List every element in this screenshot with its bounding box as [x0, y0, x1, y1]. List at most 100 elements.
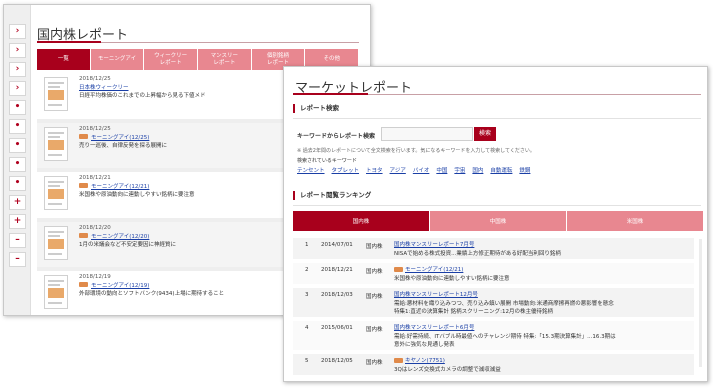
report-date: 2018/12/25	[79, 76, 111, 82]
tab-morning-eye[interactable]: モーニングアイ	[90, 49, 145, 70]
report-link[interactable]: モーニングアイ(12/20)	[91, 232, 149, 240]
rank-title-link[interactable]: 国内株マンスリーレポート12月号	[394, 291, 619, 300]
report-description: 米国株や原油動向に連動しやすい銘柄に要注意	[79, 192, 195, 198]
rank-category: 国内株	[366, 244, 383, 250]
search-heading: レポート検索	[293, 104, 339, 113]
side-button[interactable]: –	[9, 233, 26, 248]
side-button[interactable]: •	[9, 176, 26, 191]
new-badge	[79, 133, 88, 139]
report-description: 売り一巡後、自律反発を探る展開に	[79, 142, 168, 149]
rank-date: 2018/12/21	[321, 267, 353, 273]
keyword-link[interactable]: 中国	[436, 166, 447, 174]
rank-date: 2018/12/03	[321, 292, 353, 298]
report-description: 外部環境の動向とソフトバンク(9434)上場に期待すること	[79, 291, 225, 297]
keyword-link[interactable]: トヨタ	[366, 166, 383, 174]
keyword-link[interactable]: 宇宙	[454, 166, 465, 174]
ranking-list: 1 2014/07/01 国内株 国内株マンスリーレポート7月号 NISAで始め…	[293, 238, 694, 379]
title-underline	[293, 93, 701, 95]
keyword-link[interactable]: 自動運転	[490, 166, 512, 174]
rank-body: キヤノン(7751) 3Qはレンズ交換式カメラの調整で減収減益	[394, 357, 619, 374]
tab-domestic-stock[interactable]: 国内株	[293, 211, 430, 231]
side-button[interactable]: •	[9, 119, 26, 134]
side-button[interactable]: ›	[9, 81, 26, 96]
table-row: 1 2014/07/01 国内株 国内株マンスリーレポート7月号 NISAで始め…	[293, 238, 694, 263]
tab-monthly-report[interactable]: マンスリー レポート	[198, 49, 252, 70]
table-row: 5 2018/12/05 国内株 キヤノン(7751) 3Qはレンズ交換式カメラ…	[293, 354, 694, 379]
ranking-tabs: 国内株 中国株 米国株	[293, 211, 704, 231]
table-row: 2 2018/12/21 国内株 モーニングアイ(12/21) 米国株や原油動向…	[293, 263, 694, 288]
side-button[interactable]: –	[9, 252, 26, 267]
rank-category: 国内株	[366, 269, 383, 275]
rank-date: 2018/12/05	[321, 358, 353, 364]
rank-title-link[interactable]: 国内株マンスリーレポート6月号	[394, 324, 619, 333]
new-badge	[79, 232, 88, 238]
side-button[interactable]: •	[9, 100, 26, 115]
report-link[interactable]: モーニングアイ(12/21)	[91, 182, 149, 190]
new-badge	[79, 183, 88, 188]
rank-category: 国内株	[366, 294, 383, 300]
tab-weekly-report[interactable]: ウィークリー レポート	[144, 49, 199, 70]
side-button[interactable]: •	[9, 138, 26, 153]
table-row: 3 2018/12/03 国内株 国内株マンスリーレポート12月号 需給:悪材料…	[293, 288, 694, 321]
rank-title-link[interactable]: キヤノン(7751)	[405, 358, 445, 364]
table-row: 4 2015/06/01 国内株 国内株マンスリーレポート6月号 需給:好需持続…	[293, 321, 694, 354]
rank-title-link[interactable]: モーニングアイ(12/21)	[405, 267, 463, 273]
rank-category: 国内株	[366, 360, 383, 366]
rank-description: 3Qはレンズ交換式カメラの調整で減収減益	[394, 366, 501, 373]
divider	[293, 205, 701, 206]
popular-keywords-label: 検索されているキーワード	[297, 158, 357, 164]
tab-china-stock[interactable]: 中国株	[430, 211, 567, 231]
report-thumbnail[interactable]	[44, 126, 68, 161]
rank-title-link[interactable]: 国内株マンスリーレポート7月号	[394, 241, 619, 250]
rank-number: 2	[305, 267, 309, 273]
keyword-search-input[interactable]	[381, 127, 473, 141]
keyword-link[interactable]: バイオ	[413, 166, 430, 174]
rank-description: 米国株や原油動向に連動しやすい銘柄に要注意	[394, 275, 510, 282]
keyword-link[interactable]: 国内	[472, 166, 483, 174]
keyword-link[interactable]: アジア	[390, 166, 406, 174]
rank-body: 国内株マンスリーレポート7月号 NISAで始める株式投資...業績上方修正期待が…	[394, 241, 619, 258]
report-description: 1月の米議会など不安定要因に神経質に	[79, 241, 177, 248]
keyword-link[interactable]: テンセント	[297, 166, 325, 174]
side-button[interactable]: ›	[9, 62, 26, 77]
rank-number: 3	[305, 292, 309, 298]
side-button[interactable]: •	[9, 157, 26, 172]
search-button[interactable]: 検索	[474, 127, 496, 141]
title-underline	[37, 41, 359, 43]
rank-description: NISAで始める株式投資...業績上方修正期待がある好配当利回り銘柄	[394, 250, 561, 257]
rank-number: 1	[305, 242, 309, 248]
side-button[interactable]: +	[9, 195, 26, 210]
rank-description: 需給:悪材料を織り込みつつ、売り込み鎮い展開 市場動向:米通商摩擦再燃の悪影響を…	[394, 300, 614, 316]
tab-us-stock[interactable]: 米国株	[567, 211, 704, 231]
keyword-link[interactable]: 鉄鋼	[519, 166, 530, 174]
report-date: 2018/12/21	[79, 175, 111, 181]
new-badge	[394, 358, 403, 363]
search-note: ※ 過去2年間のレポートについて全文検索を行います。気になるキーワードを入力して…	[297, 148, 535, 154]
rank-date: 2014/07/01	[321, 242, 353, 248]
divider	[293, 118, 701, 119]
report-thumbnail[interactable]	[44, 176, 68, 210]
side-button[interactable]: ›	[9, 43, 26, 58]
report-thumbnail[interactable]	[44, 275, 68, 309]
ranking-heading: レポート閲覧ランキング	[293, 191, 371, 200]
report-thumbnail[interactable]	[44, 77, 68, 111]
report-link[interactable]: 日本株ウィークリー	[79, 83, 129, 91]
report-thumbnail[interactable]	[44, 225, 68, 260]
rank-description: 需給:好需持続、ITバブル時最値へのチャレンジ期待 特集:「15.3期決算集計」…	[394, 333, 616, 349]
side-button[interactable]: +	[9, 214, 26, 229]
report-date: 2018/12/25	[79, 125, 111, 132]
side-button[interactable]: ›	[9, 24, 26, 39]
keyword-link[interactable]: タブレット	[332, 166, 360, 174]
new-badge	[394, 267, 403, 272]
side-strip: › › › › • • • • • + + – –	[4, 5, 31, 315]
new-badge	[79, 282, 88, 287]
report-link[interactable]: モーニングアイ(12/25)	[91, 133, 149, 141]
report-link[interactable]: モーニングアイ(12/19)	[91, 281, 149, 289]
rank-body: モーニングアイ(12/21) 米国株や原油動向に連動しやすい銘柄に要注意	[394, 266, 619, 283]
keyword-search-label: キーワードからレポート検索	[297, 133, 376, 140]
report-description: 日経平均株価のこれまでの上昇幅から見る下値メド	[79, 93, 206, 99]
scrollbar[interactable]	[699, 239, 702, 367]
tab-all[interactable]: 一覧	[37, 49, 91, 70]
report-date: 2018/12/20	[79, 224, 111, 231]
rank-number: 5	[305, 358, 309, 364]
